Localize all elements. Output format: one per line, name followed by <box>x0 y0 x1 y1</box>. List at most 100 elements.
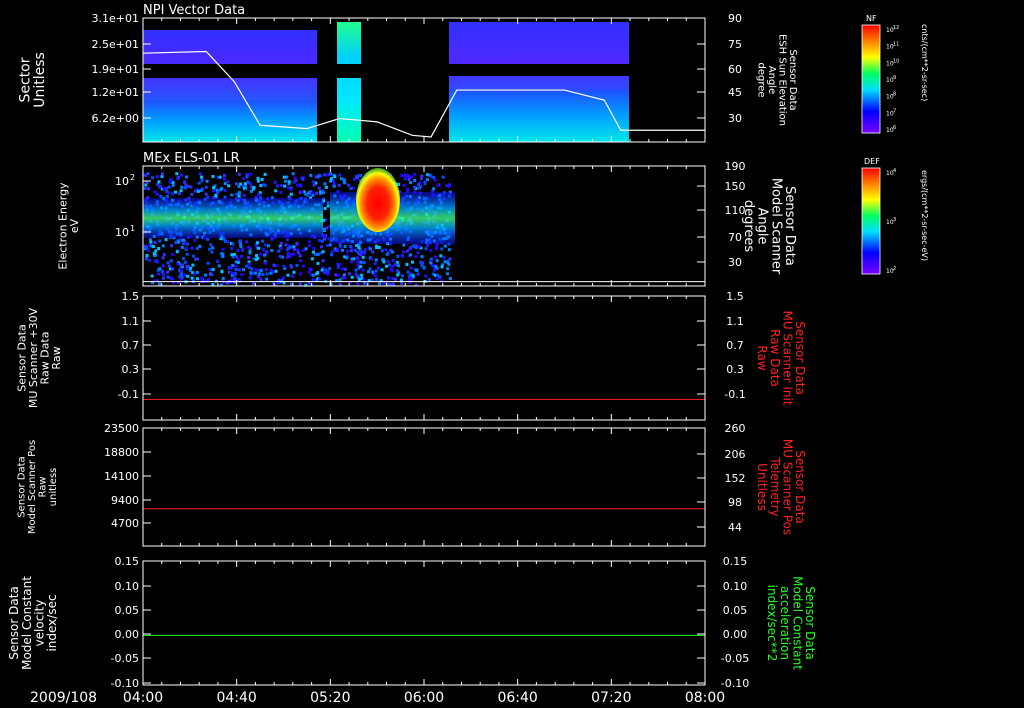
els-pixel <box>263 172 267 176</box>
els-pixel <box>266 244 270 248</box>
els-pixel <box>391 250 395 254</box>
els-pixel <box>211 267 215 271</box>
els-pixel <box>371 270 375 274</box>
els-pixel <box>196 189 200 193</box>
time-axis: 04:00 04:40 05:20 06:00 06:40 07:20 08:00 <box>123 690 725 706</box>
els-pixel <box>179 189 183 193</box>
els-pixel <box>292 180 296 184</box>
els-pixel <box>338 173 342 177</box>
els-pixel <box>431 264 435 268</box>
els-pixel <box>331 179 335 183</box>
panel-title-els: MEx ELS-01 LR <box>143 151 240 166</box>
right-tick-label: 152 <box>725 472 746 485</box>
els-pixel <box>440 265 444 269</box>
els-pixel <box>360 273 364 277</box>
els-pixel <box>311 250 315 254</box>
els-pixel <box>396 254 400 258</box>
els-pixel <box>301 264 305 268</box>
colorbar-tick-exponent: 7 <box>893 108 896 114</box>
els-pixel <box>181 263 184 267</box>
els-pixel <box>350 275 354 279</box>
left-axis-label: unitless <box>48 468 59 507</box>
left-tick-label: 4700 <box>111 517 139 530</box>
els-pixel <box>205 179 209 183</box>
els-pixel <box>317 238 321 242</box>
els-pixel <box>200 179 204 183</box>
els-pixel <box>355 274 359 278</box>
els-pixel <box>447 262 451 266</box>
els-pixel <box>309 173 313 177</box>
els-pixel <box>435 259 439 263</box>
els-pixel <box>234 260 238 264</box>
right-tick-label: 0.00 <box>723 628 748 641</box>
els-pixel <box>416 183 420 187</box>
colorbar-nf-title: NF <box>866 14 877 23</box>
els-pixel <box>315 191 319 195</box>
els-pixel <box>316 252 320 256</box>
els-pixel <box>259 252 263 256</box>
els-pixel <box>291 172 295 176</box>
els-pixel <box>256 176 260 180</box>
els-pixel <box>161 276 165 280</box>
els-pixel <box>317 186 321 190</box>
els-pixel <box>395 269 399 273</box>
els-pixel <box>322 237 326 241</box>
els-pixel <box>234 268 238 271</box>
npi-spectrogram <box>143 22 629 142</box>
els-pixel <box>391 264 395 268</box>
els-pixel <box>230 278 234 282</box>
left-tick-label: 1.1 <box>122 315 140 328</box>
els-pixel <box>420 264 424 268</box>
els-pixel <box>190 246 194 250</box>
npi-block-center <box>337 22 361 142</box>
els-pixel <box>447 183 451 187</box>
els-pixel <box>248 172 252 176</box>
els-pixel <box>349 249 353 253</box>
els-pixel <box>235 255 239 259</box>
els-pixel <box>435 277 439 281</box>
els-pixel <box>440 247 444 251</box>
els-pixel <box>147 249 151 253</box>
els-pixel <box>374 269 378 273</box>
els-pixel <box>436 184 440 187</box>
els-pixel <box>151 245 155 249</box>
els-pixel <box>185 242 189 246</box>
right-axis-label: index/sec**2 <box>765 585 779 662</box>
els-pixel <box>182 257 185 261</box>
left-tick-label: 1.2e+01 <box>92 86 139 99</box>
els-pixel <box>289 188 293 191</box>
els-pixel <box>289 253 293 257</box>
els-pixel <box>221 276 225 280</box>
els-pixel <box>240 273 244 277</box>
els-pixel <box>338 263 342 266</box>
els-pixel <box>175 250 179 254</box>
left-tick-label: 1.9e+01 <box>92 63 139 76</box>
els-pixel <box>211 246 215 250</box>
els-pixel <box>283 184 287 188</box>
els-pixel <box>235 182 238 186</box>
els-pixel <box>222 237 226 241</box>
left-tick-label: 10 <box>115 226 129 239</box>
els-pixel <box>164 238 168 242</box>
els-pixel <box>402 250 406 254</box>
els-pixel <box>289 192 293 196</box>
els-pixel <box>354 268 358 272</box>
els-pixel <box>374 258 378 262</box>
els-pixel <box>153 190 157 194</box>
els-pixel <box>292 252 296 256</box>
els-pixel <box>400 174 404 177</box>
plot-canvas: NPI Vector Data MEx ELS-01 LR 3.1e+012.5… <box>7 3 929 706</box>
els-pixel <box>248 251 252 255</box>
els-pixel <box>386 251 390 255</box>
els-pixel <box>375 277 379 281</box>
els-pixel <box>197 181 201 185</box>
right-tick-label: 30 <box>728 112 742 125</box>
els-pixel <box>322 228 326 231</box>
els-pixel <box>396 273 400 277</box>
left-tick-label: 0.3 <box>122 363 140 376</box>
els-pixel <box>263 243 267 247</box>
els-pixel <box>176 262 180 266</box>
els-pixel <box>417 244 421 248</box>
els-pixel <box>394 262 398 266</box>
els-pixel <box>180 245 184 249</box>
